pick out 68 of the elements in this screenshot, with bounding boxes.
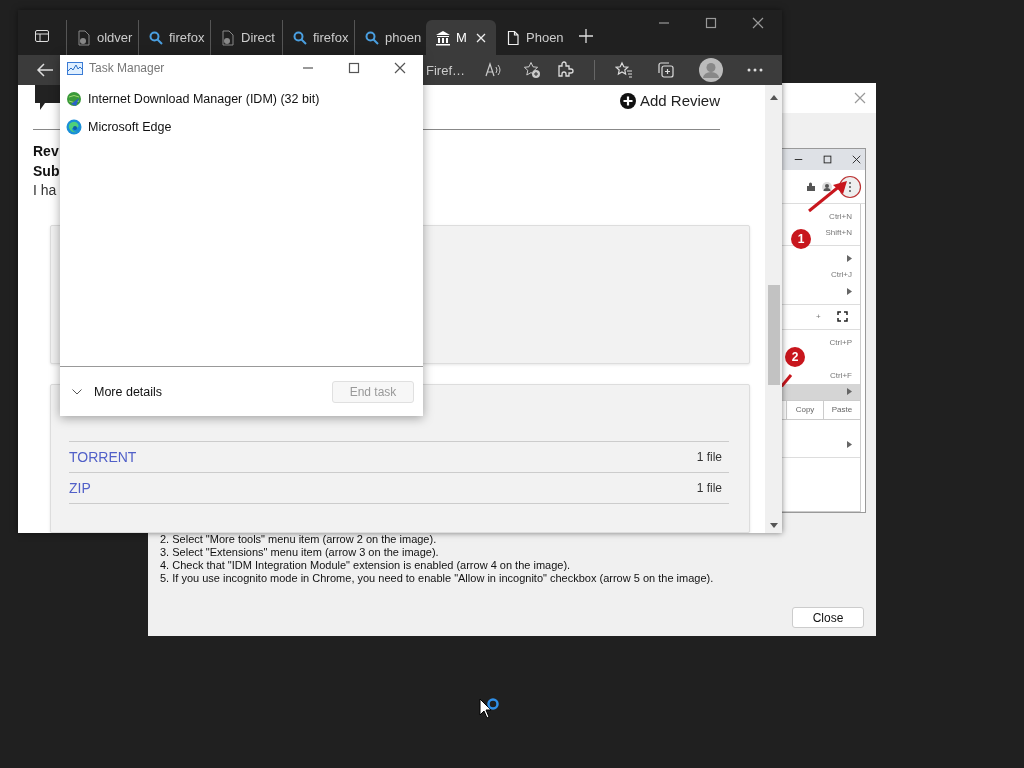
instruction-text: 4. Check that "IDM Integration Module" extension is enabled (arrow 4 on the image).	[160, 559, 572, 572]
busy-cursor-icon	[479, 698, 501, 722]
chevron-down-icon	[72, 388, 82, 395]
maximize-icon[interactable]	[705, 16, 717, 29]
scrollbar[interactable]	[765, 85, 782, 533]
add-favorite-icon[interactable]	[523, 61, 541, 79]
extensions-icon[interactable]	[556, 61, 574, 79]
app-list-item[interactable]: Internet Download Manager (IDM) (32 bit)	[60, 85, 423, 113]
new-tab-icon[interactable]	[578, 28, 594, 44]
review-text: Rev	[33, 142, 60, 161]
shortcut-text: Ctrl+P	[829, 337, 852, 347]
submenu-arrow-icon	[847, 287, 852, 295]
shortcut-text: Shift+N	[825, 228, 852, 238]
window-title: Task Manager	[89, 61, 165, 75]
download-link[interactable]: TORRENT	[69, 448, 137, 465]
callout-badge: 1	[791, 229, 811, 249]
search-icon	[292, 29, 308, 46]
page-icon	[76, 29, 92, 46]
person-icon	[822, 181, 832, 192]
tab-actions-icon[interactable]	[34, 28, 50, 44]
page-icon	[220, 29, 236, 46]
review-text: Sub	[33, 161, 61, 181]
shortcut-text: Ctrl+N	[829, 211, 852, 221]
plus-circle-icon	[619, 92, 636, 109]
globe-icon	[66, 91, 82, 107]
submenu-arrow-icon	[847, 388, 852, 396]
close-icon[interactable]	[752, 16, 764, 29]
add-review-link[interactable]: Add Review	[619, 92, 720, 109]
instruction-text: 5. If you use incognito mode in Chrome, you need to enable "Allow in incognito" checkbox (arrow 5 on the image).	[160, 572, 715, 585]
shortcut-text: Ctrl+F	[830, 370, 852, 380]
document-icon	[505, 29, 521, 46]
address-text[interactable]: Firef…	[426, 62, 465, 78]
puzzle-icon	[806, 181, 816, 192]
swirl-icon	[66, 119, 82, 135]
browser-tab[interactable]: M	[426, 20, 496, 55]
maximize-icon	[823, 155, 832, 164]
file-count: 1 file	[696, 449, 722, 464]
close-button[interactable]: Close	[792, 607, 864, 628]
download-link[interactable]: ZIP	[69, 479, 91, 496]
shortcut-text: Ctrl+J	[830, 270, 852, 280]
read-aloud-icon[interactable]	[485, 62, 503, 78]
browser-tab[interactable]: Phoen	[496, 20, 568, 55]
profile-avatar-icon[interactable]	[699, 58, 723, 82]
more-icon[interactable]	[747, 68, 763, 72]
back-icon[interactable]	[36, 62, 54, 78]
instruction-text: 2. Select "More tools" menu item (arrow 2 on the image).	[160, 533, 438, 546]
app-list-item[interactable]: Microsoft Edge	[60, 113, 423, 141]
file-count: 1 file	[696, 480, 722, 495]
submenu-arrow-icon	[847, 254, 852, 262]
collections-icon[interactable]	[657, 61, 675, 79]
instruction-text: 3. Select "Extensions" menu item (arrow 3 on the image).	[160, 546, 440, 559]
callout-badge: 2	[785, 347, 805, 367]
fullscreen-icon	[837, 311, 848, 323]
scroll-up-icon[interactable]	[769, 95, 778, 100]
maximize-icon[interactable]	[348, 62, 360, 74]
close-icon	[852, 155, 861, 164]
scrollbar-thumb[interactable]	[767, 285, 780, 385]
close-icon[interactable]	[394, 62, 406, 74]
scroll-down-icon[interactable]	[769, 523, 778, 528]
search-icon	[364, 29, 380, 46]
task-manager-icon	[67, 61, 83, 75]
more-details-toggle[interactable]: More details	[72, 384, 163, 399]
submenu-arrow-icon	[847, 441, 852, 449]
favorites-icon[interactable]	[615, 61, 633, 79]
zoom-plus: +	[816, 312, 821, 322]
review-text: I ha	[33, 181, 58, 200]
search-icon	[148, 29, 164, 46]
museum-icon	[435, 29, 451, 46]
